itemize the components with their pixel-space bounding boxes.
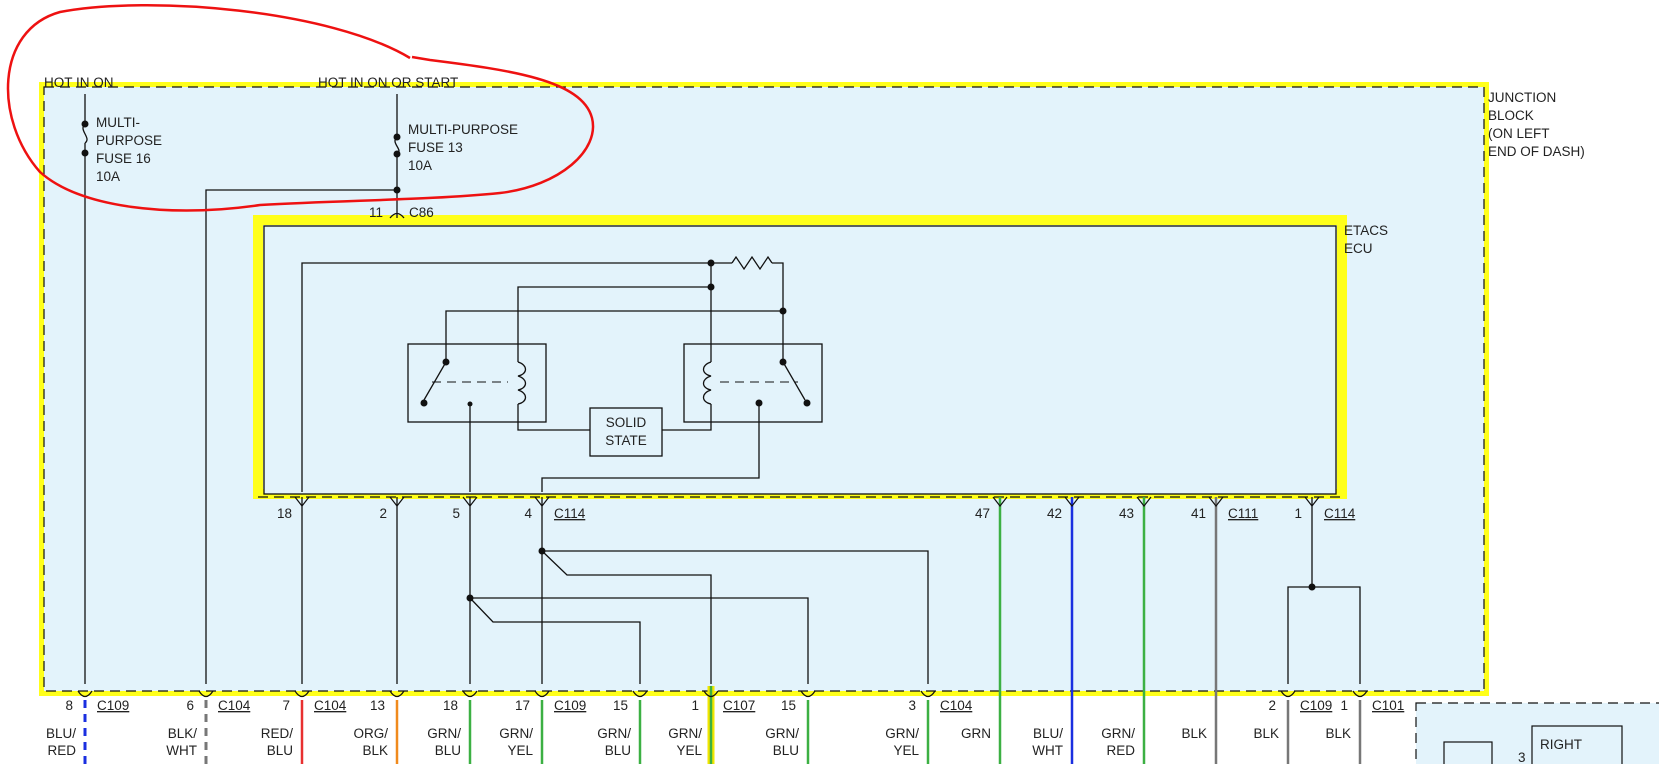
wire-color-line1: BLU/ [1033,726,1063,741]
wire-color-line1: BLK [1253,726,1279,741]
junction-block-line1: JUNCTION [1488,90,1556,105]
fuse16-line3: FUSE 16 [96,151,151,166]
junction-block-line2: BLOCK [1488,108,1534,123]
wire-color-line1: GRN/ [1101,726,1135,741]
hot-in-on-label: HOT IN ON [44,75,114,90]
ecu-pin-number: 1 [1294,506,1302,521]
junction-block-line4: END OF DASH) [1488,144,1585,159]
bottom-connector-label: C104 [218,698,251,713]
wire-color-line1: GRN/ [499,726,533,741]
wire-color-line2: BLK [362,743,388,758]
bottom-pin-number: 2 [1268,698,1276,713]
bottom-connector-label: C109 [1300,698,1332,713]
c86-pin: 11 [369,205,383,220]
bottom-pin-number: 15 [781,698,796,713]
bottom-pin-number: 13 [370,698,385,713]
wire-color-line2: BLU [435,743,461,758]
bottom-pin-number: 15 [613,698,628,713]
bottom-pin-layer: 8 C109BLU/RED6 C104BLK/WHT7 C104RED/BLU13OR… [46,690,1404,758]
etacs-ecu-line1: ETACS [1344,223,1388,238]
bottom-connector-label: C109 [97,698,129,713]
hot-in-on-or-start-label: HOT IN ON OR START [318,75,458,90]
solid-state-line1: SOLID [606,415,647,430]
wire-color-line1: GRN/ [597,726,631,741]
junction-block-line3: (ON LEFT [1488,126,1550,141]
wire-color-line1: GRN/ [427,726,461,741]
wire-color-line1: BLK [1325,726,1351,741]
bottom-pin-number: 18 [443,698,458,713]
bottom-connector-label: C104 [940,698,973,713]
bottom-connector-label: C107 [723,698,755,713]
ecu-pin-number: 18 [277,506,292,521]
ecu-pin-number: 41 [1191,506,1206,521]
wire-color-line2: RED [47,743,76,758]
c86-label: C86 [409,205,434,220]
wire-color-line2: RED [1106,743,1135,758]
wire-color-line1: BLK/ [168,726,198,741]
wire-color-line1: GRN/ [885,726,919,741]
wire-color-line1: BLU/ [46,726,76,741]
solid-state-line2: STATE [605,433,647,448]
bottom-pin-number: 1 [1340,698,1348,713]
ecu-pin-number: 42 [1047,506,1062,521]
right-label: RIGHT [1540,737,1582,752]
etacs-ecu-line2: ECU [1344,241,1373,256]
ecu-pin-number: 5 [452,506,460,521]
wire-color-line2: YEL [507,743,533,758]
wire-color-line1: GRN [961,726,991,741]
etacs-ecu-box [263,225,1337,495]
ecu-pin-number: 43 [1119,506,1134,521]
right-pin: 3 [1518,750,1526,764]
wire-color-line2: WHT [1032,743,1063,758]
wire-color-line1: GRN/ [668,726,702,741]
wire-color-line2: BLU [267,743,293,758]
bottom-connector-label: C109 [554,698,586,713]
bottom-pin-number: 7 [282,698,290,713]
bottom-pin-number: 6 [186,698,194,713]
fuse16-line1: MULTI- [96,115,140,130]
wire-color-line2: WHT [166,743,197,758]
wiring-diagram: HOT IN ON HOT IN ON OR START MULTI- PURP… [6,4,1659,764]
fuse16-line2: PURPOSE [96,133,162,148]
wire-color-line1: RED/ [261,726,294,741]
wire-color-line2: BLU [605,743,631,758]
wire-color-line1: GRN/ [765,726,799,741]
ecu-connector-label: C114 [554,506,586,521]
wire-color-line1: BLK [1181,726,1207,741]
fuse13-line3: 10A [408,158,432,173]
ecu-connector-label: C111 [1228,506,1258,521]
fuse13-line2: FUSE 13 [408,140,463,155]
ecu-pin-number: 47 [975,506,990,521]
ecu-pin-number: 2 [379,506,387,521]
wire-color-line2: YEL [676,743,702,758]
bottom-pin-number: 1 [691,698,699,713]
fuse16-line4: 10A [96,169,120,184]
ecu-pin-number: 4 [524,506,532,521]
bottom-connector-label: C101 [1372,698,1404,713]
wire-color-line2: YEL [893,743,919,758]
bottom-pin-number: 8 [65,698,73,713]
fuse13-line1: MULTI-PURPOSE [408,122,518,137]
bottom-connector-label: C104 [314,698,347,713]
wire-color-line2: BLU [773,743,799,758]
ecu-connector-label: C114 [1324,506,1356,521]
bottom-pin-number: 17 [515,698,530,713]
bottom-pin-number: 3 [908,698,916,713]
wire-color-line1: ORG/ [353,726,388,741]
